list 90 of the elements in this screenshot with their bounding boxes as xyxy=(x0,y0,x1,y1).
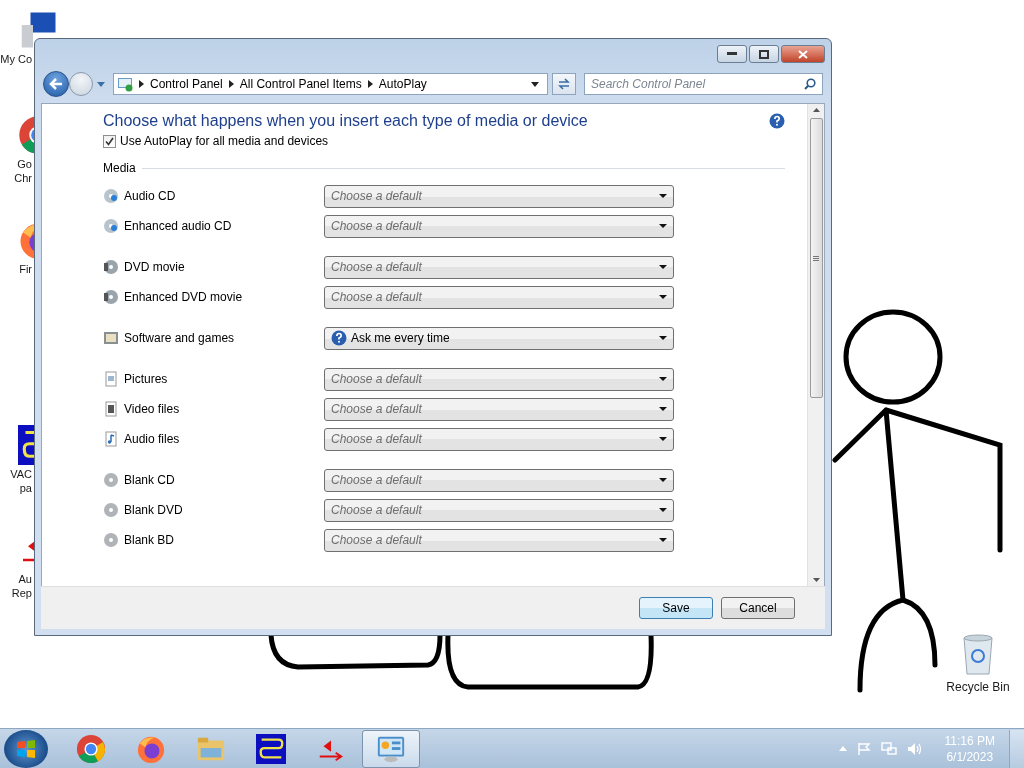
minimize-icon xyxy=(727,52,737,56)
clock-time: 11:16 PM xyxy=(944,732,995,749)
caret-icon xyxy=(659,224,667,228)
page-heading: Choose what happens when you insert each type of media or device xyxy=(103,112,588,130)
clock-date: 6/1/2023 xyxy=(946,748,994,765)
search-icon xyxy=(804,78,816,90)
media-type-label: Software and games xyxy=(124,331,235,345)
dropdown[interactable]: Choose a default xyxy=(324,528,674,552)
start-button[interactable] xyxy=(4,729,48,768)
minimize-button[interactable] xyxy=(717,45,747,63)
blank-disc-icon xyxy=(103,532,119,548)
media-type-label: Video files xyxy=(124,402,180,416)
cancel-button[interactable]: Cancel xyxy=(721,597,795,619)
cd-icon xyxy=(103,218,119,234)
dropdown[interactable]: Choose a default xyxy=(324,427,674,451)
desktop-icon-label[interactable]: Au Rep xyxy=(0,572,32,600)
dvd-icon xyxy=(103,259,119,275)
dropdown[interactable]: Choose a default xyxy=(324,468,674,492)
dropdown[interactable]: Ask me every time xyxy=(324,326,674,350)
picture-file-icon xyxy=(103,371,119,387)
refresh-button[interactable] xyxy=(552,73,576,95)
dropdown[interactable]: Choose a default xyxy=(324,367,674,391)
caret-icon xyxy=(659,407,667,411)
save-button[interactable]: Save xyxy=(639,597,713,619)
dropdown[interactable]: Choose a default xyxy=(324,285,674,309)
address-bar[interactable]: Control Panel All Control Panel Items AutoPlay xyxy=(113,73,548,95)
breadcrumb-item[interactable]: All Control Panel Items xyxy=(239,77,362,91)
media-type-label: Blank DVD xyxy=(124,503,183,517)
media-type-label: Blank BD xyxy=(124,533,175,547)
recycle-bin-icon[interactable] xyxy=(960,632,996,676)
checkmark-icon xyxy=(105,136,114,146)
caret-icon xyxy=(659,538,667,542)
refresh-icon xyxy=(557,77,571,91)
software-box-icon xyxy=(103,330,119,346)
caret-icon xyxy=(659,437,667,441)
desktop-icon-label[interactable]: Fir xyxy=(0,262,32,276)
caret-icon xyxy=(659,336,667,340)
grip-icon xyxy=(813,255,819,261)
desktop-icon-label[interactable]: Recycle Bin xyxy=(946,680,1010,694)
control-panel-icon xyxy=(117,76,133,92)
caret-icon xyxy=(659,508,667,512)
media-type-label: Audio files xyxy=(124,432,180,446)
breadcrumb-item[interactable]: Control Panel xyxy=(150,77,223,91)
desktop-icon-label[interactable]: Go Chr xyxy=(0,157,32,185)
maximize-button[interactable] xyxy=(749,45,779,63)
search-field[interactable]: Search Control Panel xyxy=(584,73,823,95)
back-button[interactable] xyxy=(43,71,69,97)
scroll-down-arrow-icon[interactable] xyxy=(812,578,820,582)
media-type-label: Blank CD xyxy=(124,473,175,487)
scrollbar-thumb[interactable] xyxy=(809,118,823,398)
caret-icon xyxy=(659,265,667,269)
media-type-label: DVD movie xyxy=(124,260,185,274)
checkbox[interactable] xyxy=(103,134,116,148)
chrome-icon xyxy=(76,733,106,764)
help-icon xyxy=(331,330,347,346)
chevron-icon xyxy=(139,80,144,88)
close-icon xyxy=(798,49,808,59)
media-type-label: Enhanced DVD movie xyxy=(124,290,243,304)
scroll-up-arrow-icon[interactable] xyxy=(812,108,820,112)
video-file-icon xyxy=(103,401,119,417)
checkbox-label[interactable]: Use AutoPlay for all media and devices xyxy=(120,134,329,148)
dropdown[interactable]: Choose a default xyxy=(324,397,674,421)
music-file-icon xyxy=(103,431,119,447)
caret-icon xyxy=(659,295,667,299)
desktop-icon-label[interactable]: VAC pa xyxy=(0,467,32,495)
cd-icon xyxy=(103,188,119,204)
dropdown[interactable]: Choose a default xyxy=(324,498,674,522)
dropdown[interactable]: Choose a default xyxy=(324,184,674,208)
cable-icon xyxy=(256,733,286,764)
caret-icon xyxy=(659,194,667,198)
back-arrow-icon xyxy=(49,78,63,90)
desktop-icon-label[interactable]: My Co xyxy=(0,52,32,66)
caret-icon xyxy=(659,478,667,482)
maximize-icon xyxy=(759,49,769,59)
help-icon[interactable] xyxy=(769,113,785,129)
media-type-label: Audio CD xyxy=(124,189,176,203)
dropdown[interactable]: Choose a default xyxy=(324,255,674,279)
dropdown-arrow-icon[interactable] xyxy=(531,81,539,87)
chevron-icon xyxy=(367,80,373,88)
chevron-icon xyxy=(228,80,234,88)
media-type-label: Pictures xyxy=(124,372,168,386)
media-type-label: Enhanced audio CD xyxy=(124,219,232,233)
blank-disc-icon xyxy=(103,472,119,488)
blank-disc-icon xyxy=(103,502,119,518)
section-label: Media xyxy=(103,161,136,175)
close-button[interactable] xyxy=(781,45,825,63)
dvd-icon xyxy=(103,289,119,305)
breadcrumb-item[interactable]: AutoPlay xyxy=(378,77,427,91)
dropdown[interactable]: Choose a default xyxy=(324,214,674,238)
caret-icon xyxy=(659,377,667,381)
